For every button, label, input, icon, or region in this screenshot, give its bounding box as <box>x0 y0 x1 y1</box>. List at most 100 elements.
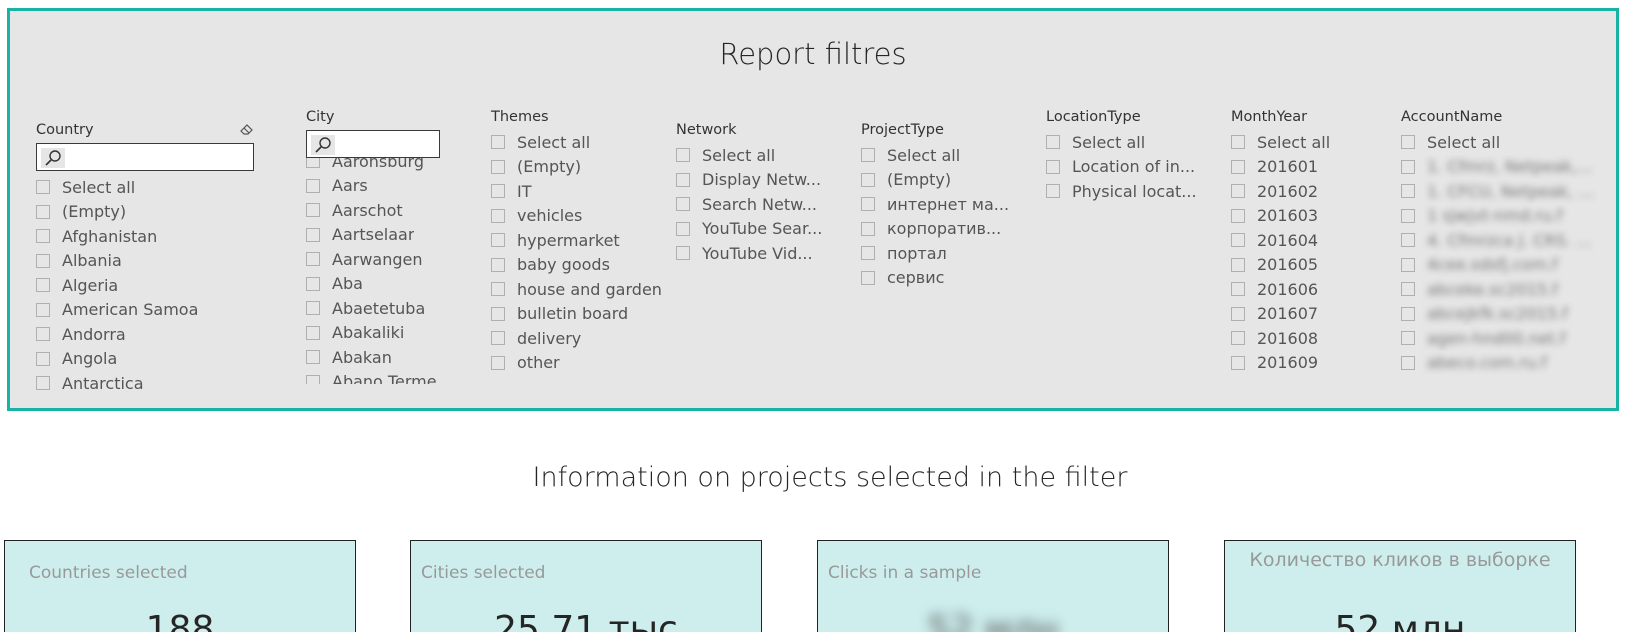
checkbox[interactable] <box>861 270 875 285</box>
list-item[interactable]: IT <box>491 179 681 204</box>
list-item[interactable]: agen-hnd00.net.f <box>1401 326 1597 351</box>
list-item[interactable]: vehicles <box>491 204 681 229</box>
checkbox[interactable] <box>1046 184 1060 199</box>
checkbox[interactable] <box>491 159 505 174</box>
checkbox[interactable] <box>306 158 320 169</box>
list-item[interactable]: Albania <box>36 249 254 274</box>
checkbox[interactable] <box>1401 184 1415 199</box>
list-item[interactable]: Afghanistan <box>36 224 254 249</box>
list-item[interactable]: Abakan <box>306 345 506 370</box>
list-item[interactable]: 201604 <box>1231 228 1381 253</box>
list-item[interactable]: YouTube Sear... <box>676 217 836 242</box>
list-item[interactable]: Location of in... <box>1046 155 1206 180</box>
checkbox[interactable] <box>861 172 875 187</box>
checkbox[interactable] <box>306 252 320 267</box>
list-item[interactable]: hypermarket <box>491 228 681 253</box>
list-item[interactable]: Select all <box>676 143 836 168</box>
list-item[interactable]: 201606 <box>1231 277 1381 302</box>
checkbox[interactable] <box>1401 282 1415 297</box>
list-item[interactable]: Aba <box>306 272 506 297</box>
list-item[interactable]: Aartselaar <box>306 223 506 248</box>
checkbox[interactable] <box>306 276 320 291</box>
checkbox[interactable] <box>36 253 50 268</box>
checkbox[interactable] <box>306 374 320 384</box>
checkbox[interactable] <box>491 355 505 370</box>
checkbox[interactable] <box>491 208 505 223</box>
checkbox[interactable] <box>306 227 320 242</box>
checkbox[interactable] <box>1231 233 1245 248</box>
list-item[interactable]: house and garden <box>491 277 681 302</box>
list-item[interactable]: Andorra <box>36 322 254 347</box>
checkbox[interactable] <box>491 282 505 297</box>
checkbox[interactable] <box>36 180 50 195</box>
eraser-icon[interactable] <box>240 123 254 135</box>
list-item[interactable]: Select all <box>1401 130 1597 155</box>
list-item[interactable]: Select all <box>36 175 254 200</box>
checkbox[interactable] <box>1401 159 1415 174</box>
checkbox[interactable] <box>1046 135 1060 150</box>
list-item[interactable]: сервис <box>861 266 1021 291</box>
list-item[interactable]: 1. Cfmrz, Netpeak, E... <box>1401 155 1597 180</box>
checkbox[interactable] <box>676 172 690 187</box>
checkbox[interactable] <box>306 325 320 340</box>
list-item[interactable]: 4cee.sdsfj.com.f <box>1401 253 1597 278</box>
list-item[interactable]: Select all <box>861 143 1021 168</box>
list-item[interactable]: Aarwangen <box>306 247 506 272</box>
list-item[interactable]: (Empty) <box>491 155 681 180</box>
list-item[interactable]: Abano Terme <box>306 370 506 384</box>
checkbox[interactable] <box>1231 159 1245 174</box>
checkbox[interactable] <box>491 257 505 272</box>
checkbox[interactable] <box>1401 331 1415 346</box>
list-item[interactable]: 201603 <box>1231 204 1381 229</box>
checkbox[interactable] <box>1401 257 1415 272</box>
list-item[interactable]: Select all <box>1046 130 1206 155</box>
checkbox[interactable] <box>306 350 320 365</box>
checkbox[interactable] <box>1231 135 1245 150</box>
list-item[interactable]: other <box>491 351 681 376</box>
checkbox[interactable] <box>36 302 50 317</box>
list-item[interactable]: Display Netw... <box>676 168 836 193</box>
list-item[interactable]: delivery <box>491 326 681 351</box>
list-item[interactable]: портал <box>861 241 1021 266</box>
checkbox[interactable] <box>491 331 505 346</box>
checkbox[interactable] <box>1046 159 1060 174</box>
list-item[interactable]: Aars <box>306 174 506 199</box>
list-item[interactable]: Antarctica <box>36 371 254 395</box>
list-item[interactable]: Aarschot <box>306 198 506 223</box>
checkbox[interactable] <box>1231 208 1245 223</box>
checkbox[interactable] <box>306 178 320 193</box>
checkbox[interactable] <box>491 306 505 321</box>
checkbox[interactable] <box>1401 306 1415 321</box>
checkbox[interactable] <box>1231 257 1245 272</box>
checkbox[interactable] <box>1401 355 1415 370</box>
list-item[interactable]: Select all <box>491 130 681 155</box>
checkbox[interactable] <box>676 246 690 261</box>
checkbox[interactable] <box>676 197 690 212</box>
checkbox[interactable] <box>861 246 875 261</box>
checkbox[interactable] <box>861 221 875 236</box>
list-item[interactable]: 201609 <box>1231 351 1381 376</box>
list-item[interactable]: Abakaliki <box>306 321 506 346</box>
checkbox[interactable] <box>1231 331 1245 346</box>
country-search-input[interactable] <box>36 143 254 171</box>
list-item[interactable]: 201608 <box>1231 326 1381 351</box>
list-item[interactable]: (Empty) <box>36 200 254 225</box>
checkbox[interactable] <box>861 148 875 163</box>
checkbox[interactable] <box>1401 233 1415 248</box>
checkbox[interactable] <box>1231 355 1245 370</box>
list-item[interactable]: abceke.sc2015.f <box>1401 277 1597 302</box>
checkbox[interactable] <box>491 233 505 248</box>
checkbox[interactable] <box>1231 306 1245 321</box>
checkbox[interactable] <box>1401 135 1415 150</box>
checkbox[interactable] <box>676 221 690 236</box>
checkbox[interactable] <box>36 278 50 293</box>
checkbox[interactable] <box>491 184 505 199</box>
checkbox[interactable] <box>861 197 875 212</box>
list-item[interactable]: YouTube Vid... <box>676 241 836 266</box>
checkbox[interactable] <box>1231 184 1245 199</box>
list-item[interactable]: корпоратив... <box>861 217 1021 242</box>
list-item[interactable]: 4. Cfmrzca J. CRS. Da... <box>1401 228 1597 253</box>
list-item[interactable]: интернет ма... <box>861 192 1021 217</box>
list-item[interactable]: 201602 <box>1231 179 1381 204</box>
checkbox[interactable] <box>36 351 50 366</box>
